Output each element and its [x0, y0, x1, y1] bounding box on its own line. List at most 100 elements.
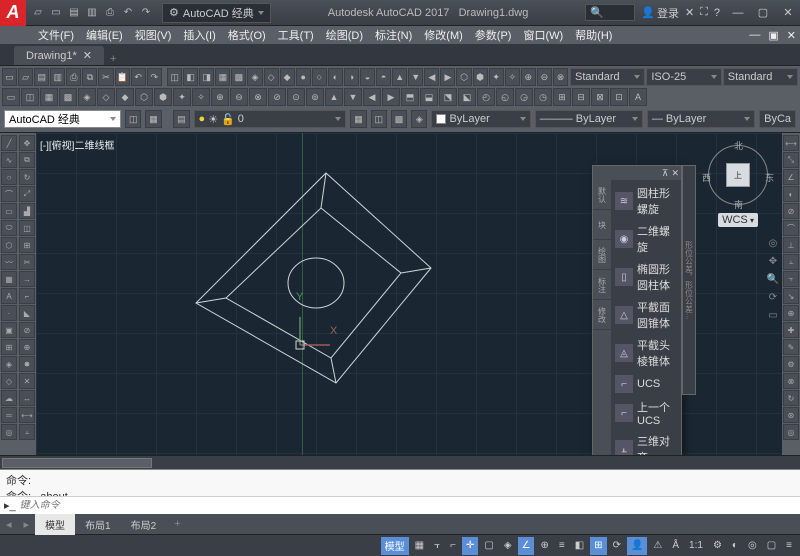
tool-btn[interactable]: ✧: [505, 68, 520, 86]
palette-item[interactable]: ≋圆柱形螺旋: [613, 182, 679, 220]
tool-btn[interactable]: ◈: [78, 88, 96, 106]
viewcube-face[interactable]: 上: [726, 163, 750, 187]
close-tab-icon[interactable]: ✕: [83, 49, 92, 62]
inspect-icon[interactable]: ◎: [783, 424, 799, 440]
help-icon[interactable]: ?: [714, 7, 720, 19]
tool-btn[interactable]: ⊖: [537, 68, 552, 86]
osnap-toggle-icon[interactable]: ▢: [480, 537, 497, 555]
tool-btn[interactable]: ▤: [34, 68, 49, 86]
tool-btn[interactable]: ✦: [489, 68, 504, 86]
workspace-dropdown[interactable]: ⚙ AutoCAD 经典: [162, 3, 271, 23]
palette-tab[interactable]: 默认: [593, 180, 611, 210]
tool-btn[interactable]: ⊙: [287, 88, 305, 106]
customize-icon[interactable]: ≡: [782, 537, 796, 555]
tool-btn[interactable]: ⊖: [230, 88, 248, 106]
dyn-toggle-icon[interactable]: ⊕: [536, 537, 552, 555]
standard-dropdown-2[interactable]: Standard: [723, 68, 798, 86]
tool-btn[interactable]: ◫: [125, 110, 141, 128]
block-tool-icon[interactable]: ▣: [1, 322, 17, 338]
tool-btn[interactable]: ▩: [59, 88, 77, 106]
doc-close-button[interactable]: ✕: [783, 29, 800, 42]
tool-btn[interactable]: ⬔: [439, 88, 457, 106]
dim-angular-icon[interactable]: ∠: [783, 169, 799, 185]
wipeout-tool-icon[interactable]: ◇: [1, 373, 17, 389]
polygon-tool-icon[interactable]: ⬡: [1, 237, 17, 253]
doc-minimize-button[interactable]: —: [745, 29, 764, 41]
steering-wheel-icon[interactable]: ◎: [766, 238, 780, 252]
tool-btn[interactable]: ✦: [173, 88, 191, 106]
tool-btn[interactable]: ◇: [97, 88, 115, 106]
tool-btn[interactable]: ▭: [2, 88, 20, 106]
tool-btn[interactable]: ▦: [145, 110, 161, 128]
array-tool-icon[interactable]: ⊞: [19, 237, 35, 253]
palette-tab[interactable]: 标注: [593, 270, 611, 300]
palette-header[interactable]: ⊼ ✕: [593, 166, 681, 180]
tool-btn[interactable]: ●: [296, 68, 311, 86]
cloud-icon[interactable]: ⛶: [700, 6, 708, 19]
side-palette-handle[interactable]: 形位公差，形位公差...: [682, 165, 696, 395]
tool-btn[interactable]: ◓: [376, 68, 391, 86]
tool-btn[interactable]: ▥: [50, 68, 65, 86]
annomonitor-icon[interactable]: ⚠: [649, 537, 666, 555]
palette-item[interactable]: ▯椭圆形圆柱体: [613, 258, 679, 296]
spline-tool-icon[interactable]: 〰: [1, 254, 17, 270]
tool-btn[interactable]: ◧: [183, 68, 198, 86]
tool-btn[interactable]: ⊚: [306, 88, 324, 106]
reassoc-icon[interactable]: ⊛: [783, 407, 799, 423]
transparency-icon[interactable]: ◧: [571, 537, 588, 555]
add-layout-button[interactable]: +: [166, 518, 188, 530]
sc-toggle-icon[interactable]: ⟳: [609, 537, 625, 555]
tool-palette[interactable]: ⊼ ✕ 默认 块 绘图 标注 修改 ≋圆柱形螺旋 ◉二维螺旋 ▯椭圆形圆柱体 △…: [592, 165, 682, 455]
tool-btn[interactable]: ⬢: [473, 68, 488, 86]
tool-btn[interactable]: A: [629, 88, 647, 106]
tool-btn[interactable]: ⬓: [420, 88, 438, 106]
annoscale-icon[interactable]: Å: [668, 537, 683, 555]
lwt-toggle-icon[interactable]: ≡: [555, 537, 569, 555]
tool-btn[interactable]: ▭: [2, 68, 17, 86]
mline-tool-icon[interactable]: ═: [1, 407, 17, 423]
move-tool-icon[interactable]: ✥: [19, 135, 35, 151]
tool-btn[interactable]: ◀: [424, 68, 439, 86]
search-input[interactable]: 🔍: [585, 4, 635, 21]
tool-btn[interactable]: ⊡: [610, 88, 628, 106]
layout1-tab[interactable]: 布局1: [75, 514, 121, 535]
horizontal-scrollbar[interactable]: [0, 455, 800, 469]
tool-btn[interactable]: ⬕: [458, 88, 476, 106]
arc-tool-icon[interactable]: ⌒: [1, 186, 17, 202]
dim-linear-icon[interactable]: ⟷: [783, 135, 799, 151]
mirror-tool-icon[interactable]: ▟: [19, 203, 35, 219]
ellipse-tool-icon[interactable]: ⬭: [1, 220, 17, 236]
tool-btn[interactable]: ▶: [382, 88, 400, 106]
tool-btn[interactable]: ○: [312, 68, 327, 86]
tool-btn[interactable]: ◐: [328, 68, 343, 86]
tool-btn[interactable]: ◷: [534, 88, 552, 106]
extend-tool-icon[interactable]: →: [19, 271, 35, 287]
tool-btn[interactable]: ◆: [116, 88, 134, 106]
layer-props-icon[interactable]: ▤: [173, 110, 189, 128]
tool-btn[interactable]: ◫: [167, 68, 182, 86]
tool-btn[interactable]: ⬡: [135, 88, 153, 106]
undo-icon[interactable]: ↶: [120, 5, 136, 21]
tool-btn[interactable]: ⊞: [553, 88, 571, 106]
palette-item[interactable]: ⌐上一个UCS: [613, 396, 679, 430]
dim-diameter-icon[interactable]: ⊘: [783, 203, 799, 219]
dim-baseline-icon[interactable]: ⫠: [783, 254, 799, 270]
polar-toggle-icon[interactable]: ✛: [462, 537, 478, 555]
menu-edit[interactable]: 编辑(E): [80, 26, 129, 44]
text-tool-icon[interactable]: A: [1, 288, 17, 304]
orbit-icon[interactable]: ⟳: [766, 292, 780, 306]
menu-view[interactable]: 视图(V): [129, 26, 178, 44]
viewcube[interactable]: 北 南 东 西 上: [704, 141, 772, 209]
palette-item[interactable]: △平截面圆锥体: [613, 296, 679, 334]
zoom-icon[interactable]: 🔍: [766, 274, 780, 288]
cleanscreen-icon[interactable]: ▢: [763, 537, 780, 555]
tool-btn[interactable]: ▩: [391, 110, 407, 128]
tool-btn[interactable]: ⬡: [456, 68, 471, 86]
palette-tab[interactable]: 块: [593, 210, 611, 240]
qp-toggle-icon[interactable]: ⊞: [590, 537, 606, 555]
tool-btn[interactable]: ◶: [515, 88, 533, 106]
fillet-tool-icon[interactable]: ⌐: [19, 288, 35, 304]
save-icon[interactable]: ▤: [66, 5, 82, 21]
color-dropdown[interactable]: ByLayer: [431, 110, 530, 128]
dim-ordinate-icon[interactable]: ⊥: [783, 237, 799, 253]
